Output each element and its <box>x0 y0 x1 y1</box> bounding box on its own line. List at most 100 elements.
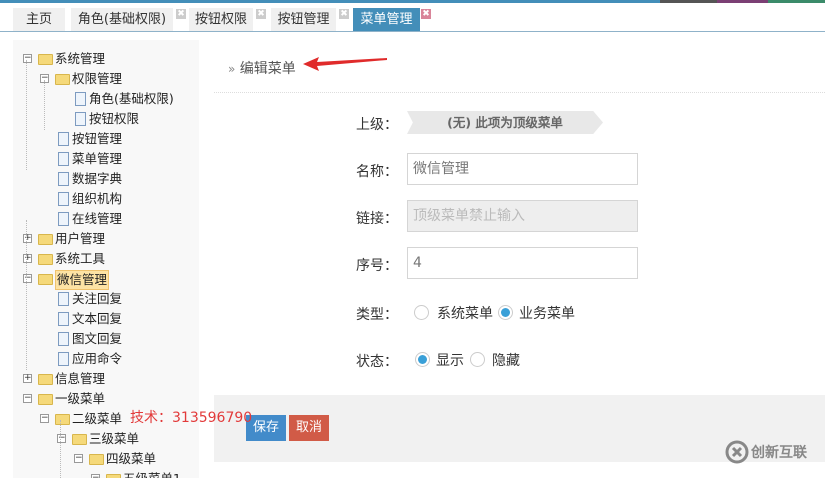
tree-node-label[interactable]: 关注回复 <box>72 290 122 308</box>
tree-node[interactable]: + 系统工具 <box>13 250 199 268</box>
tree-node[interactable]: 图文回复 <box>13 330 199 348</box>
tree-node-label[interactable]: 按钮权限 <box>89 110 139 128</box>
cancel-button[interactable]: 取消 <box>289 415 329 441</box>
file-icon <box>58 192 69 206</box>
chevron-icon: » <box>228 62 236 76</box>
collapse-icon[interactable]: − <box>91 474 100 478</box>
status-hide-radio[interactable] <box>470 352 485 367</box>
tab-menu-management[interactable]: 菜单管理 ✖ <box>353 8 431 31</box>
file-icon <box>58 312 69 326</box>
collapse-icon[interactable]: − <box>40 414 49 423</box>
tree-node[interactable]: 应用命令 <box>13 350 199 368</box>
tree-node[interactable]: 在线管理 <box>13 210 199 228</box>
color-segment <box>768 0 825 3</box>
type-business-label[interactable]: 业务菜单 <box>519 303 575 323</box>
file-icon <box>58 152 69 166</box>
folder-icon <box>55 414 70 425</box>
collapse-icon[interactable]: − <box>74 454 83 463</box>
tree-node-label[interactable]: 一级菜单 <box>55 390 105 408</box>
tree-node-label[interactable]: 系统管理 <box>55 50 105 68</box>
close-icon[interactable]: ✖ <box>176 9 186 19</box>
tree-node-label[interactable]: 三级菜单 <box>89 430 139 448</box>
logo-text: 创新互联 <box>751 445 807 461</box>
tree-node-label[interactable]: 文本回复 <box>72 310 122 328</box>
red-arrow-icon <box>303 57 387 71</box>
folder-icon <box>38 254 53 265</box>
tree-node[interactable]: 组织机构 <box>13 190 199 208</box>
tree-node[interactable]: − 系统管理 <box>13 50 199 68</box>
folder-icon <box>55 74 70 85</box>
collapse-icon[interactable]: − <box>23 54 32 63</box>
tree-node-label[interactable]: 用户管理 <box>55 230 105 248</box>
tab-home[interactable]: 主页 <box>13 8 65 31</box>
file-icon <box>58 132 69 146</box>
watermark-text: 技术：313596790 <box>130 410 253 426</box>
tree-node-label[interactable]: 按钮管理 <box>72 130 122 148</box>
order-label: 序号： <box>356 258 398 274</box>
close-icon[interactable]: ✖ <box>421 9 431 19</box>
expand-icon[interactable]: + <box>23 374 32 383</box>
tree-node[interactable]: 角色(基础权限) <box>13 90 199 108</box>
divider <box>214 92 825 93</box>
folder-icon <box>38 234 53 245</box>
status-hide-label[interactable]: 隐藏 <box>492 350 520 370</box>
tree-node-label[interactable]: 应用命令 <box>72 350 122 368</box>
type-business-radio[interactable] <box>498 305 513 320</box>
tree-line <box>60 420 61 478</box>
tree-node-label[interactable]: 五级菜单1 <box>123 470 181 478</box>
tree-node[interactable]: 按钮权限 <box>13 110 199 128</box>
tree-node[interactable]: − 微信管理 <box>13 270 199 290</box>
tree-node-label[interactable]: 微信管理 <box>55 270 110 290</box>
color-segment <box>620 0 660 3</box>
type-system-radio[interactable] <box>414 305 429 320</box>
close-icon[interactable]: ✖ <box>339 9 349 19</box>
tree-node-label[interactable]: 四级菜单 <box>106 450 156 468</box>
collapse-icon[interactable]: − <box>23 274 32 283</box>
tab-role[interactable]: 角色(基础权限) ✖ <box>71 8 186 31</box>
tab-label: 菜单管理 <box>360 12 413 27</box>
status-show-radio[interactable] <box>415 352 430 367</box>
tab-bar: 主页 角色(基础权限) ✖ 按钮权限 ✖ 按钮管理 ✖ 菜单管理 ✖ <box>0 7 825 32</box>
tree-node[interactable]: + 用户管理 <box>13 230 199 248</box>
parent-value: (无) 此项为顶级菜单 <box>407 111 603 134</box>
link-label: 链接： <box>356 211 398 227</box>
tree-node[interactable]: 按钮管理 <box>13 130 199 148</box>
tree-node-label[interactable]: 角色(基础权限) <box>89 90 174 108</box>
tree-node[interactable]: − 三级菜单 <box>13 430 199 448</box>
status-show-label[interactable]: 显示 <box>436 350 464 370</box>
link-input[interactable]: 顶级菜单禁止输入 <box>407 200 638 232</box>
tree-node-label[interactable]: 系统工具 <box>55 250 105 268</box>
tree-node[interactable]: 关注回复 <box>13 290 199 308</box>
tree-node-label[interactable]: 权限管理 <box>72 70 122 88</box>
tab-button-permission[interactable]: 按钮权限 ✖ <box>189 8 266 31</box>
tree-node[interactable]: − 一级菜单 <box>13 390 199 408</box>
order-input[interactable]: 4 <box>407 247 638 279</box>
tree-node-label[interactable]: 信息管理 <box>55 370 105 388</box>
name-input[interactable]: 微信管理 <box>407 153 638 185</box>
tree-node-label[interactable]: 菜单管理 <box>72 150 122 168</box>
tree-node[interactable]: 数据字典 <box>13 170 199 188</box>
type-system-label[interactable]: 系统菜单 <box>437 303 493 323</box>
collapse-icon[interactable]: − <box>23 394 32 403</box>
tree-node-label[interactable]: 在线管理 <box>72 210 122 228</box>
tree-node-label[interactable]: 二级菜单 <box>72 410 122 428</box>
page-title-text: 编辑菜单 <box>239 61 296 77</box>
tree-node[interactable]: − 四级菜单 <box>13 450 199 468</box>
tab-button-management[interactable]: 按钮管理 ✖ <box>271 8 349 31</box>
tree-line <box>26 60 27 170</box>
tree-node-label[interactable]: 组织机构 <box>72 190 122 208</box>
collapse-icon[interactable]: − <box>57 434 66 443</box>
folder-icon <box>38 394 53 405</box>
expand-icon[interactable]: + <box>23 234 32 243</box>
tree-node-label[interactable]: 图文回复 <box>72 330 122 348</box>
tree-node[interactable]: 菜单管理 <box>13 150 199 168</box>
tree-node-label[interactable]: 数据字典 <box>72 170 122 188</box>
tree-node[interactable]: + 信息管理 <box>13 370 199 388</box>
tree-node[interactable]: 文本回复 <box>13 310 199 328</box>
tree-node[interactable]: − 五级菜单1 <box>13 470 199 478</box>
close-icon[interactable]: ✖ <box>256 9 266 19</box>
folder-icon <box>72 434 87 445</box>
tree-node[interactable]: − 权限管理 <box>13 70 199 88</box>
expand-icon[interactable]: + <box>23 254 32 263</box>
file-icon <box>75 112 86 126</box>
